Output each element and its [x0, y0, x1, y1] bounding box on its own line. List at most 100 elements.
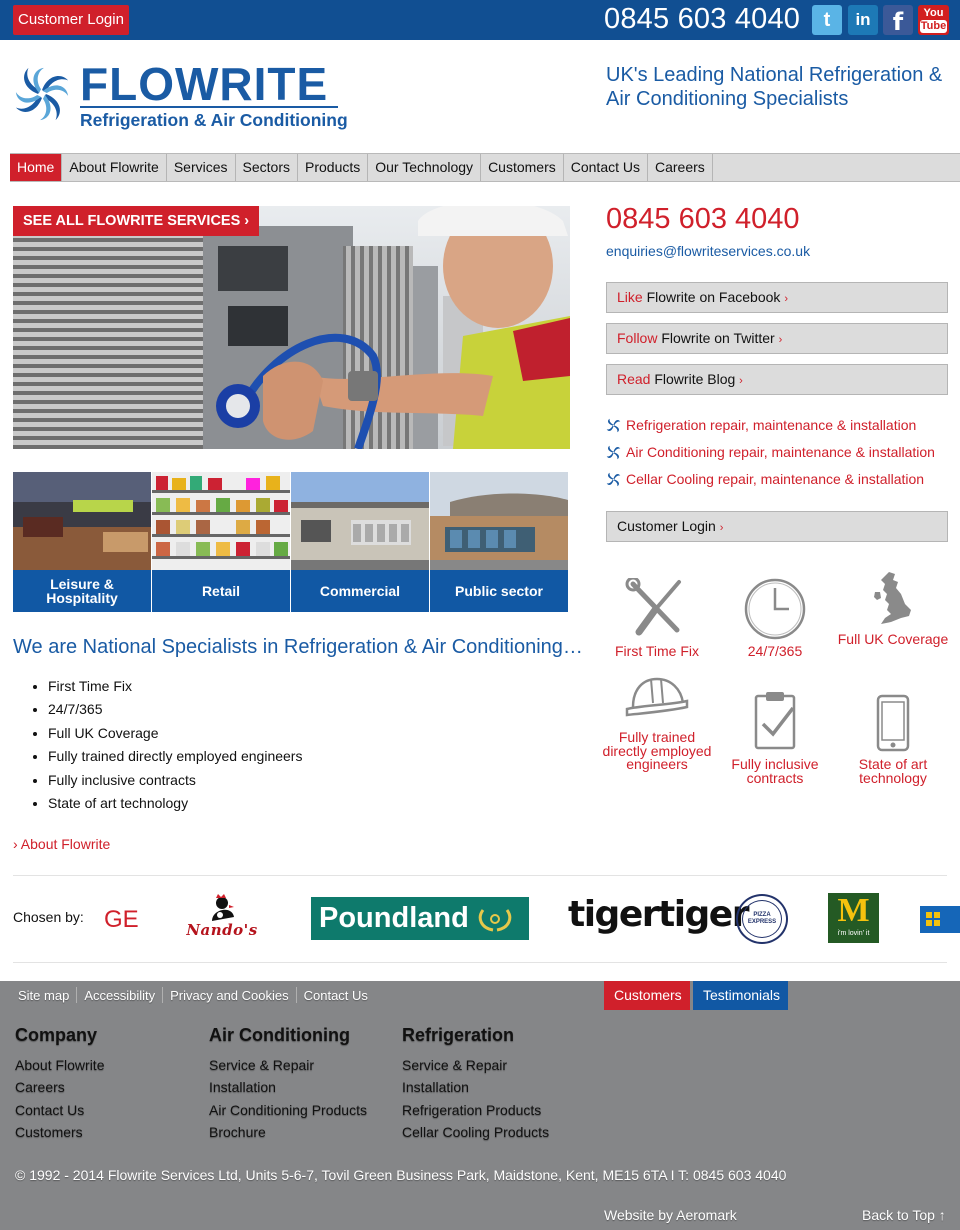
nav-services[interactable]: Services: [167, 154, 236, 181]
footer-link[interactable]: Cellar Cooling Products: [402, 1121, 592, 1143]
footer-link-contact[interactable]: Contact Us: [304, 988, 368, 1003]
divider: [13, 962, 947, 963]
client-logo-pizza-express[interactable]: PIZZA EXPRESS: [736, 894, 788, 944]
sector-label-commercial: Commercial: [291, 570, 429, 612]
nav-careers[interactable]: Careers: [648, 154, 713, 181]
button-verb: Like: [617, 289, 643, 305]
website-credit-link[interactable]: Website by Aeromark: [604, 1207, 737, 1223]
divider: [162, 987, 164, 1003]
client-logo-nandos[interactable]: Nando's: [172, 893, 272, 945]
sidebar-customer-login-button[interactable]: Customer Login ›: [606, 511, 948, 542]
footer-link[interactable]: Customers: [15, 1121, 195, 1143]
client-logo-ge[interactable]: GE: [104, 906, 139, 934]
top-phone-number[interactable]: 0845 603 4040: [604, 3, 800, 35]
nav-home[interactable]: Home: [10, 154, 63, 181]
button-text: Flowrite on Facebook: [642, 289, 785, 305]
footer-col-air-conditioning: Air Conditioning Service & Repair Instal…: [209, 1025, 399, 1144]
tab-customers[interactable]: Customers: [604, 981, 690, 1010]
divider: [295, 987, 297, 1003]
divider: [13, 875, 947, 876]
feature-technology: State of art technology: [834, 694, 952, 785]
button-text: Flowrite on Twitter: [657, 330, 779, 346]
service-link-air-conditioning[interactable]: Air Conditioning repair, maintenance & i…: [606, 444, 935, 460]
nav-technology[interactable]: Our Technology: [368, 154, 482, 181]
header-tagline: UK's Leading National Refrigeration & Ai…: [606, 64, 943, 110]
client-logo-tigertiger[interactable]: tigertiger: [568, 894, 749, 935]
feature-first-time-fix: First Time Fix: [598, 578, 716, 659]
linkedin-icon[interactable]: in: [848, 5, 878, 35]
button-verb: Read: [617, 371, 651, 387]
client-logo-poundland[interactable]: Poundland: [311, 897, 529, 940]
footer-link[interactable]: Brochure: [209, 1121, 399, 1143]
see-all-services-button[interactable]: SEE ALL FLOWRITE SERVICES ›: [13, 206, 260, 236]
footer-link[interactable]: Careers: [15, 1076, 195, 1098]
nav-contact[interactable]: Contact Us: [564, 154, 648, 181]
nav-about[interactable]: About Flowrite: [62, 154, 167, 181]
feature-label: First Time Fix: [615, 643, 699, 659]
feature-label: Fully trained directly employed engineer…: [602, 729, 712, 772]
twitter-icon[interactable]: t: [812, 5, 842, 35]
customer-login-button[interactable]: Customer Login: [13, 5, 129, 35]
footer-col-heading: Refrigeration: [402, 1025, 515, 1045]
client-logo-partial[interactable]: [920, 906, 960, 933]
footer-link[interactable]: Service & Repair: [209, 1054, 399, 1076]
sector-label-retail: Retail: [152, 570, 290, 612]
flowrite-swirl-icon: [606, 472, 621, 486]
tab-testimonials[interactable]: Testimonials: [693, 981, 788, 1010]
sidebar-email-link[interactable]: enquiries@flowriteservices.co.uk: [606, 243, 810, 259]
footer-link[interactable]: Installation: [402, 1076, 592, 1098]
sector-label-leisure: Leisure & Hospitality: [13, 570, 151, 612]
chevron-right-icon: ›: [784, 293, 788, 305]
footer-link[interactable]: Air Conditioning Products: [209, 1099, 399, 1121]
sector-tile-public[interactable]: Public sector: [430, 472, 568, 612]
footer-link-sitemap[interactable]: Site map: [18, 988, 69, 1003]
sector-tile-leisure[interactable]: Leisure & Hospitality: [13, 472, 151, 612]
brand-name[interactable]: FLOWRITE: [80, 58, 328, 110]
youtube-icon-top: You: [923, 7, 944, 19]
service-link-cellar-cooling[interactable]: Cellar Cooling repair, maintenance & ins…: [606, 471, 924, 487]
facebook-like-button[interactable]: Like Flowrite on Facebook ›: [606, 282, 948, 313]
pizza-express-wordmark: PIZZA EXPRESS: [742, 900, 782, 938]
feature-trained-engineers: Fully trained directly employed engineer…: [598, 673, 716, 772]
nav-customers[interactable]: Customers: [481, 154, 564, 181]
chevron-right-icon: ›: [719, 522, 724, 534]
facebook-icon[interactable]: f: [883, 5, 913, 36]
footer-link[interactable]: Contact Us: [15, 1099, 195, 1121]
nav-sectors[interactable]: Sectors: [236, 154, 298, 181]
list-item: Full UK Coverage: [48, 722, 448, 745]
retail-image: [152, 472, 290, 570]
laurel-wreath-icon: [478, 908, 511, 931]
sector-label-public: Public sector: [430, 570, 568, 612]
footer-link[interactable]: Service & Repair: [402, 1054, 592, 1076]
list-item: Fully inclusive contracts: [48, 769, 448, 792]
chevron-right-icon: ›: [739, 375, 743, 387]
clipboard-check-icon: [754, 692, 796, 750]
feature-label: Fully inclusive contracts: [731, 756, 819, 786]
service-link-refrigeration[interactable]: Refrigeration repair, maintenance & inst…: [606, 417, 916, 433]
client-logo-mcdonalds[interactable]: M i'm lovin' it: [828, 893, 879, 943]
back-to-top-link[interactable]: Back to Top ↑: [862, 1207, 946, 1223]
sidebar-phone[interactable]: 0845 603 4040: [606, 202, 800, 236]
read-blog-button[interactable]: Read Flowrite Blog ›: [606, 364, 948, 395]
footer-link[interactable]: Refrigeration Products: [402, 1099, 592, 1121]
sector-tile-commercial[interactable]: Commercial: [291, 472, 429, 612]
public-sector-image: [430, 472, 568, 570]
hard-hat-icon: [625, 677, 689, 717]
feature-inclusive-contracts: Fully inclusive contracts: [716, 690, 834, 785]
footer-link[interactable]: About Flowrite: [15, 1054, 195, 1076]
youtube-icon[interactable]: You Tube: [918, 5, 949, 35]
sector-tile-retail[interactable]: Retail: [152, 472, 290, 612]
service-label: Refrigeration repair, maintenance & inst…: [626, 417, 917, 433]
footer-link[interactable]: Installation: [209, 1076, 399, 1098]
chevron-right-icon: ›: [778, 334, 783, 346]
about-flowrite-link[interactable]: › About Flowrite: [13, 836, 110, 852]
flowrite-logo-icon[interactable]: [13, 65, 71, 123]
twitter-follow-button[interactable]: Follow Flowrite on Twitter ›: [606, 323, 948, 354]
footer-link-accessibility[interactable]: Accessibility: [84, 988, 155, 1003]
list-item: Fully trained directly employed engineer…: [48, 745, 448, 768]
nandos-wordmark: Nando's: [186, 921, 258, 939]
nav-products[interactable]: Products: [298, 154, 369, 181]
smartphone-icon: [876, 694, 910, 752]
footer-link-privacy[interactable]: Privacy and Cookies: [170, 988, 289, 1003]
feature-24-7: 24/7/365: [716, 578, 834, 659]
